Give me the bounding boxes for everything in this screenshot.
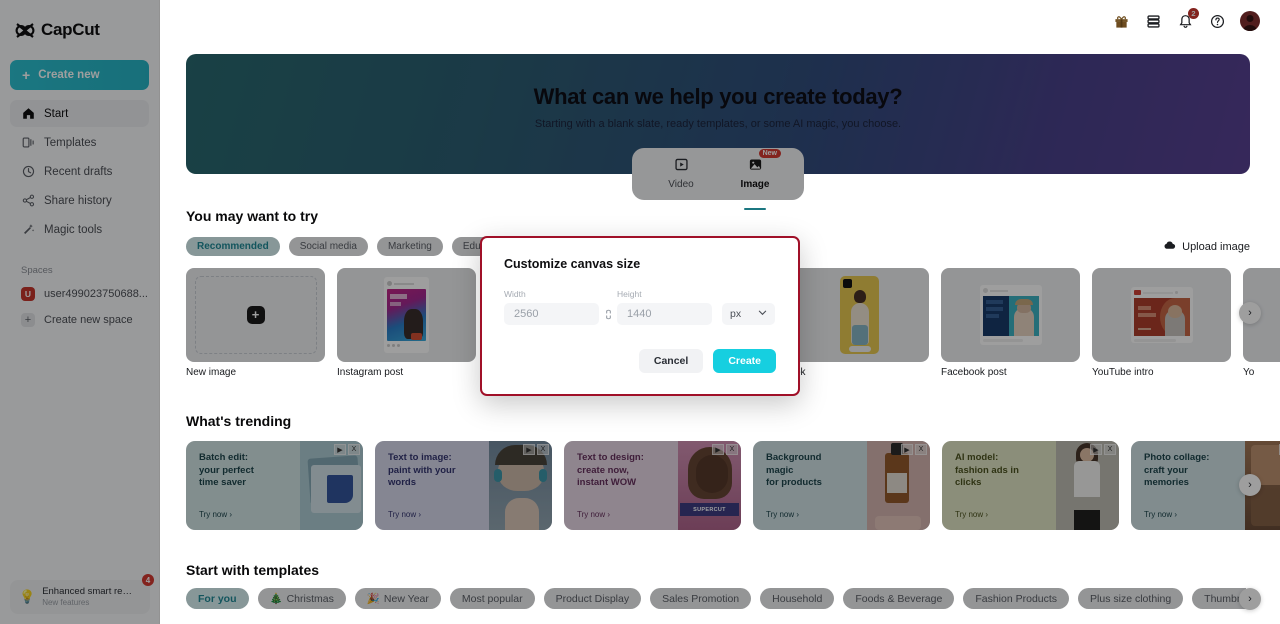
unit-value: px <box>730 308 742 320</box>
size-field-row: Width Height px <box>504 289 776 325</box>
width-input[interactable] <box>504 303 599 325</box>
dialog-title: Customize canvas size <box>504 257 641 271</box>
width-field-group: Width <box>504 289 599 325</box>
link-ratio-icon[interactable] <box>599 303 617 325</box>
dialog-actions: Cancel Create <box>638 349 776 373</box>
height-field-group: Height <box>617 289 712 325</box>
chevron-down-icon <box>758 308 767 320</box>
unit-select[interactable]: px <box>722 303 775 325</box>
height-label: Height <box>617 289 642 299</box>
height-input[interactable] <box>617 303 712 325</box>
cancel-button[interactable]: Cancel <box>638 349 704 373</box>
width-label: Width <box>504 289 526 299</box>
create-button[interactable]: Create <box>713 349 776 373</box>
customize-canvas-size-dialog: Customize canvas size Width Height px <box>480 236 800 396</box>
